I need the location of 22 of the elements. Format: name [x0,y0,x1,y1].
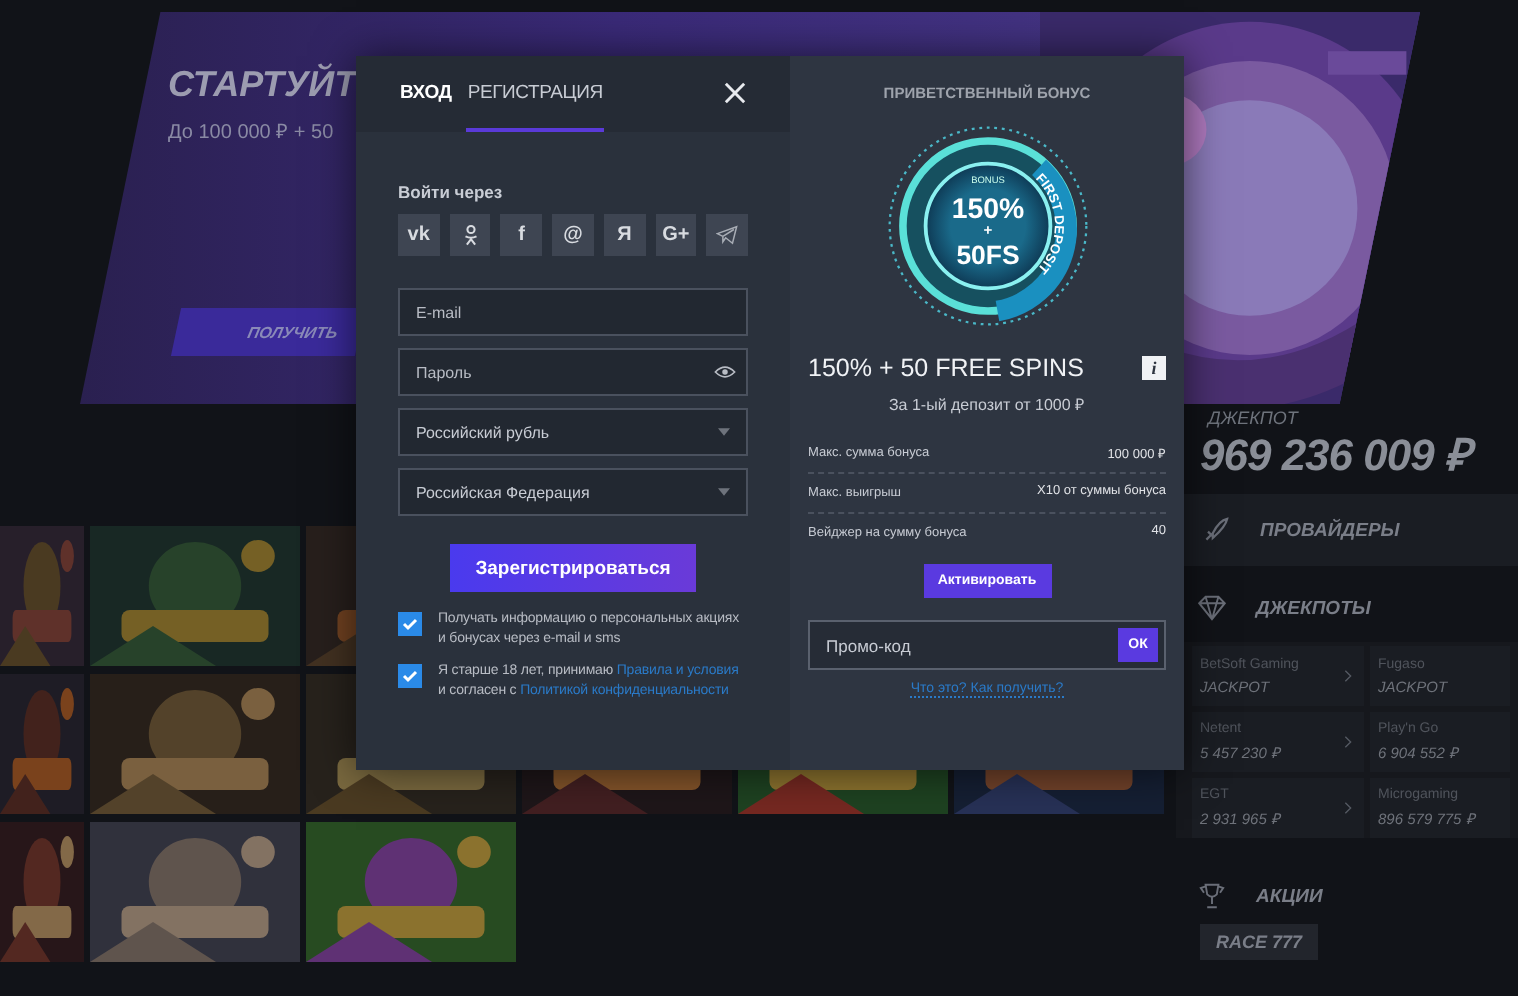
banner-title: СТАРТУЙТ [168,64,357,106]
jackpot-label: ДЖЕКПОТ [1208,408,1301,428]
social-login-button[interactable]: G+ [655,214,697,256]
offer-subtitle: За 1-ый депозит от 1000 ₽ [888,394,1086,414]
offer-title: 150% + 50 FREE SPINS [808,354,1084,382]
jackpots-heading: ДЖЕКПОТЫ [1256,597,1371,619]
dropdown[interactable]: Российский рубль [398,408,748,456]
password-field[interactable]: Пароль [398,348,748,396]
social-login-label: Войти через [398,182,505,202]
tab[interactable]: РЕГИСТРАЦИЯ [465,56,605,132]
info-button[interactable]: i [1142,356,1166,380]
social-login-button[interactable]: vk [398,214,440,256]
social-login-button[interactable]: f [500,214,543,256]
race-tag[interactable]: RACE 777 [1200,924,1319,960]
dropdown[interactable]: Российская Федерация [398,468,748,516]
social-login-button[interactable]: @ [552,214,594,256]
promotions-heading: АКЦИИ [1256,885,1323,907]
tab[interactable]: ВХОД [398,56,454,132]
register-button[interactable]: Зарегистрироваться [450,544,696,592]
social-login-button[interactable]: Я [603,214,646,256]
banner-subtitle: До 100 000 ₽ + 50 [168,120,334,144]
email-field[interactable]: E-mail [398,288,748,336]
